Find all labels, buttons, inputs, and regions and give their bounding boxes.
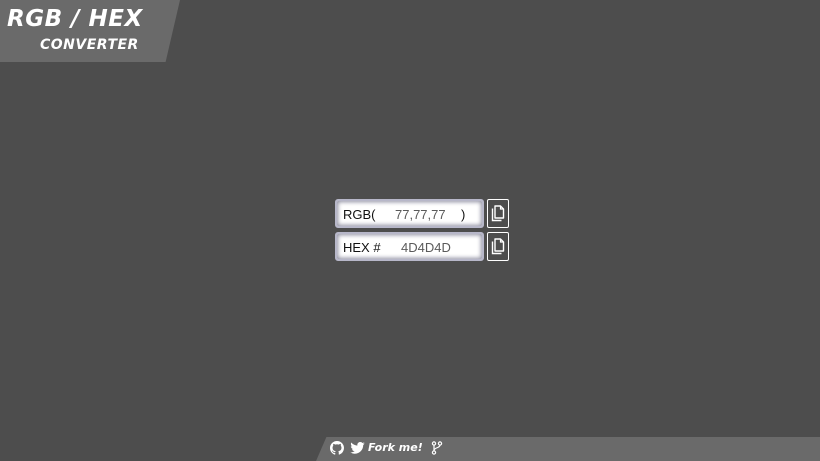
footer-bar: Fork me!: [316, 437, 820, 461]
copy-rgb-button[interactable]: [487, 199, 509, 228]
hex-prefix: HEX #: [343, 240, 381, 255]
rgb-suffix: ): [461, 207, 466, 222]
app-title: RGB / HEX: [7, 6, 143, 32]
app-subtitle: CONVERTER: [40, 37, 139, 53]
twitter-icon[interactable]: [350, 442, 365, 454]
hex-input[interactable]: 4D4D4D: [401, 240, 471, 255]
fork-me-link[interactable]: Fork me!: [368, 441, 423, 454]
rgb-row: RGB( 77,77,77 ): [335, 199, 510, 228]
hex-row: HEX # 4D4D4D: [335, 232, 510, 261]
copy-document-icon: [491, 205, 505, 222]
copy-document-icon: [491, 238, 505, 255]
hex-field[interactable]: HEX # 4D4D4D: [335, 232, 484, 261]
rgb-prefix: RGB(: [343, 207, 376, 222]
git-branch-icon: [431, 441, 443, 455]
github-icon[interactable]: [330, 441, 344, 455]
rgb-input[interactable]: 77,77,77: [395, 207, 455, 222]
rgb-field[interactable]: RGB( 77,77,77 ): [335, 199, 484, 228]
copy-hex-button[interactable]: [487, 232, 509, 261]
